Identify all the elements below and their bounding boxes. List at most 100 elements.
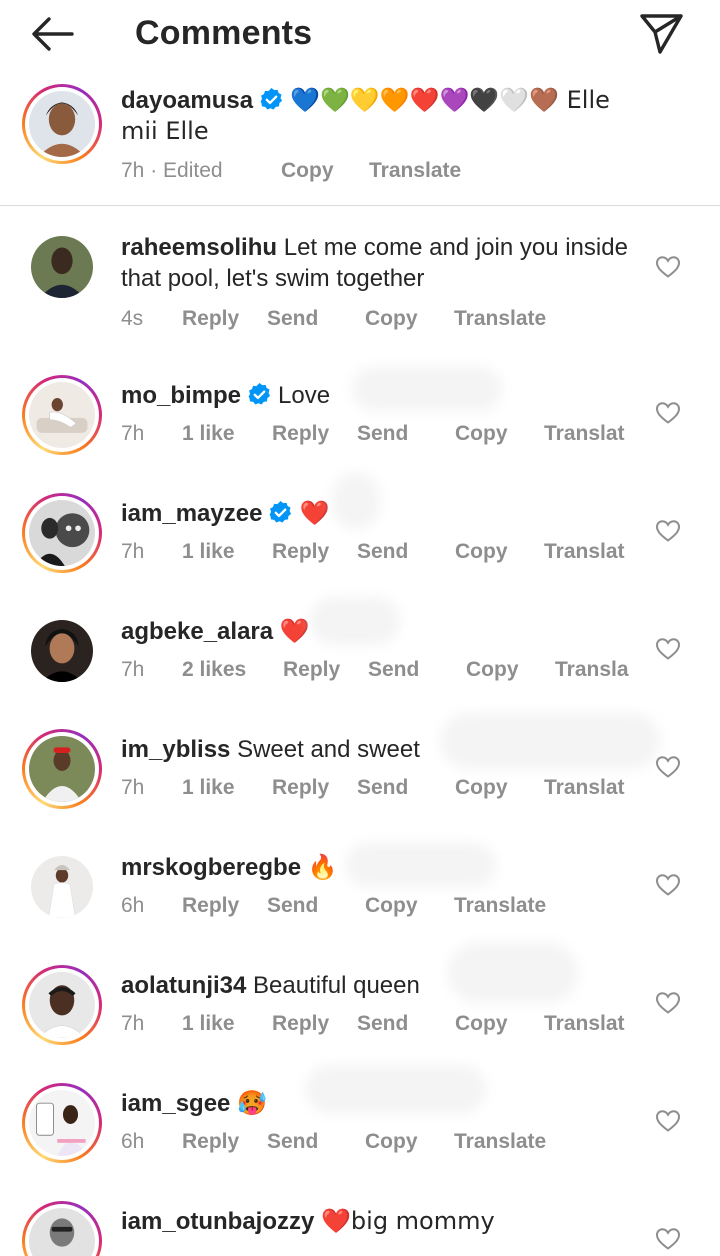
avatar[interactable] [22,375,102,455]
send-button[interactable]: Send [267,307,318,331]
avatar[interactable] [22,1201,102,1256]
username[interactable]: agbeke_alara [121,618,273,645]
share-button[interactable] [636,10,686,56]
reply-button[interactable]: Reply [272,422,329,446]
like-heart-icon[interactable] [655,873,681,897]
avatar[interactable] [22,611,102,691]
username[interactable]: iam_sgee [121,1090,230,1117]
blurred-region [346,843,496,887]
translate-button[interactable]: Translat [544,1012,625,1036]
copy-button[interactable]: Copy [455,540,508,564]
translate-button[interactable]: Translate [454,307,546,331]
blurred-region [352,367,502,411]
comment-body: ❤️ [279,617,310,645]
timestamp: 7h [121,422,145,445]
reply-button[interactable]: Reply [272,1012,329,1036]
comment-body: ❤️big mommy [321,1207,495,1235]
like-heart-icon[interactable] [655,519,681,543]
send-button[interactable]: Send [357,776,408,800]
translate-button[interactable]: Translate [454,1130,546,1154]
timestamp: 7h [121,658,145,681]
like-heart-icon[interactable] [655,1109,681,1133]
like-heart-icon[interactable] [655,991,681,1015]
avatar[interactable] [22,1083,102,1163]
comment-body: 🔥 [307,853,338,881]
verified-badge-icon [260,88,283,110]
translate-button[interactable]: Translat [544,540,625,564]
comment-body: Sweet and sweet [237,736,420,763]
timestamp: 7h · Edited [121,159,223,182]
paper-plane-icon [640,14,683,54]
copy-button[interactable]: Copy [466,658,519,682]
reply-button[interactable]: Reply [272,776,329,800]
reply-button[interactable]: Reply [283,658,340,682]
comment-body: 🥵 [237,1089,267,1117]
like-heart-icon[interactable] [655,255,681,279]
like-count[interactable]: 2 likes [182,658,246,682]
caption-text: dayoamusa 💙💚💛🧡❤️💜🖤🤍🤎 Elle mii Elle [121,85,641,147]
copy-button[interactable]: Copy [455,776,508,800]
avatar[interactable] [22,84,102,164]
blurred-region [440,713,660,769]
avatar[interactable] [22,847,102,927]
send-button[interactable]: Send [368,658,419,682]
blurred-region [332,473,380,529]
send-button[interactable]: Send [357,540,408,564]
send-button[interactable]: Send [357,1012,408,1036]
blurred-region [310,597,400,645]
timestamp: 6h [121,894,145,917]
translate-button[interactable]: Transla [555,658,629,682]
header-bar: Comments [0,0,720,68]
copy-button[interactable]: Copy [455,422,508,446]
send-button[interactable]: Send [357,422,408,446]
comment-text: raheemsolihu Let me come and join you in… [121,232,641,294]
username[interactable]: iam_mayzee [121,500,262,527]
reply-button[interactable]: Reply [272,540,329,564]
translate-button[interactable]: Translat [544,776,625,800]
back-button[interactable] [28,14,78,54]
like-heart-icon[interactable] [655,1227,681,1251]
copy-button[interactable]: Copy [365,307,418,331]
copy-button[interactable]: Copy [455,1012,508,1036]
reply-button[interactable]: Reply [182,307,239,331]
copy-button[interactable]: Copy [365,1130,418,1154]
blurred-region [448,943,578,1003]
username[interactable]: mrskogberegbe [121,854,301,881]
send-button[interactable]: Send [267,1130,318,1154]
avatar[interactable] [22,965,102,1045]
comment-text: iam_otunbajozzy ❤️big mommy [121,1206,641,1237]
verified-badge-icon [270,501,292,523]
like-count[interactable]: 1 like [182,1012,235,1036]
username[interactable]: mo_bimpe [121,382,241,409]
like-heart-icon[interactable] [655,755,681,779]
like-heart-icon[interactable] [655,637,681,661]
username[interactable]: raheemsolihu [121,234,277,261]
timestamp: 7h [121,540,145,563]
timestamp: 7h [121,776,145,799]
post-caption: dayoamusa 💙💚💛🧡❤️💜🖤🤍🤎 Elle mii Elle 7h · E… [0,80,720,206]
translate-button[interactable]: Translate [454,894,546,918]
copy-button[interactable]: Copy [365,894,418,918]
copy-button[interactable]: Copy [281,159,334,183]
avatar[interactable] [22,729,102,809]
send-button[interactable]: Send [267,894,318,918]
comment-body: Love [278,382,331,409]
translate-button[interactable]: Translat [544,422,625,446]
translate-button[interactable]: Translate [369,159,461,183]
username[interactable]: im_ybliss [121,736,230,763]
reply-button[interactable]: Reply [182,894,239,918]
comment-body: Beautiful queen [253,972,420,999]
username[interactable]: dayoamusa [121,87,253,114]
comment-body: ❤️ [299,499,330,527]
arrow-left-icon [32,17,74,51]
avatar[interactable] [22,227,102,307]
like-count[interactable]: 1 like [182,776,235,800]
username[interactable]: aolatunji34 [121,972,246,999]
like-count[interactable]: 1 like [182,540,235,564]
like-heart-icon[interactable] [655,401,681,425]
timestamp: 4s [121,307,144,330]
like-count[interactable]: 1 like [182,422,235,446]
reply-button[interactable]: Reply [182,1130,239,1154]
username[interactable]: iam_otunbajozzy [121,1208,314,1235]
avatar[interactable] [22,493,102,573]
